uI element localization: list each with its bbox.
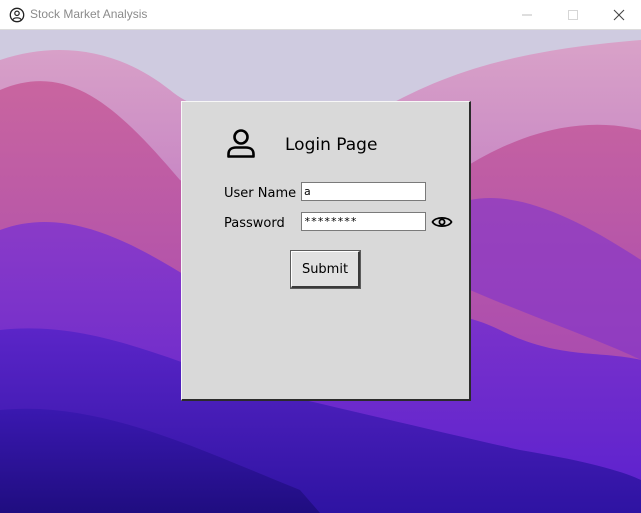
close-icon [613, 9, 625, 21]
password-label: Password [224, 216, 285, 231]
page-title: Login Page [285, 135, 378, 155]
password-field[interactable] [301, 212, 426, 231]
minimize-button[interactable] [504, 0, 550, 30]
login-panel: Login Page User Name Password Submit [181, 101, 471, 401]
submit-button[interactable]: Submit [290, 250, 361, 289]
maximize-button[interactable] [550, 0, 596, 30]
title-bar[interactable]: Stock Market Analysis [0, 0, 641, 30]
user-circle-icon [9, 7, 25, 23]
eye-icon[interactable] [431, 214, 453, 230]
window-title: Stock Market Analysis [30, 7, 148, 21]
app-window: Stock Market Analysis Login Page User Na… [0, 0, 641, 513]
username-label: User Name [224, 186, 297, 201]
minimize-icon [522, 14, 532, 16]
user-icon [227, 129, 255, 158]
maximize-icon [568, 10, 578, 20]
close-button[interactable] [596, 0, 641, 30]
username-field[interactable] [301, 182, 426, 201]
